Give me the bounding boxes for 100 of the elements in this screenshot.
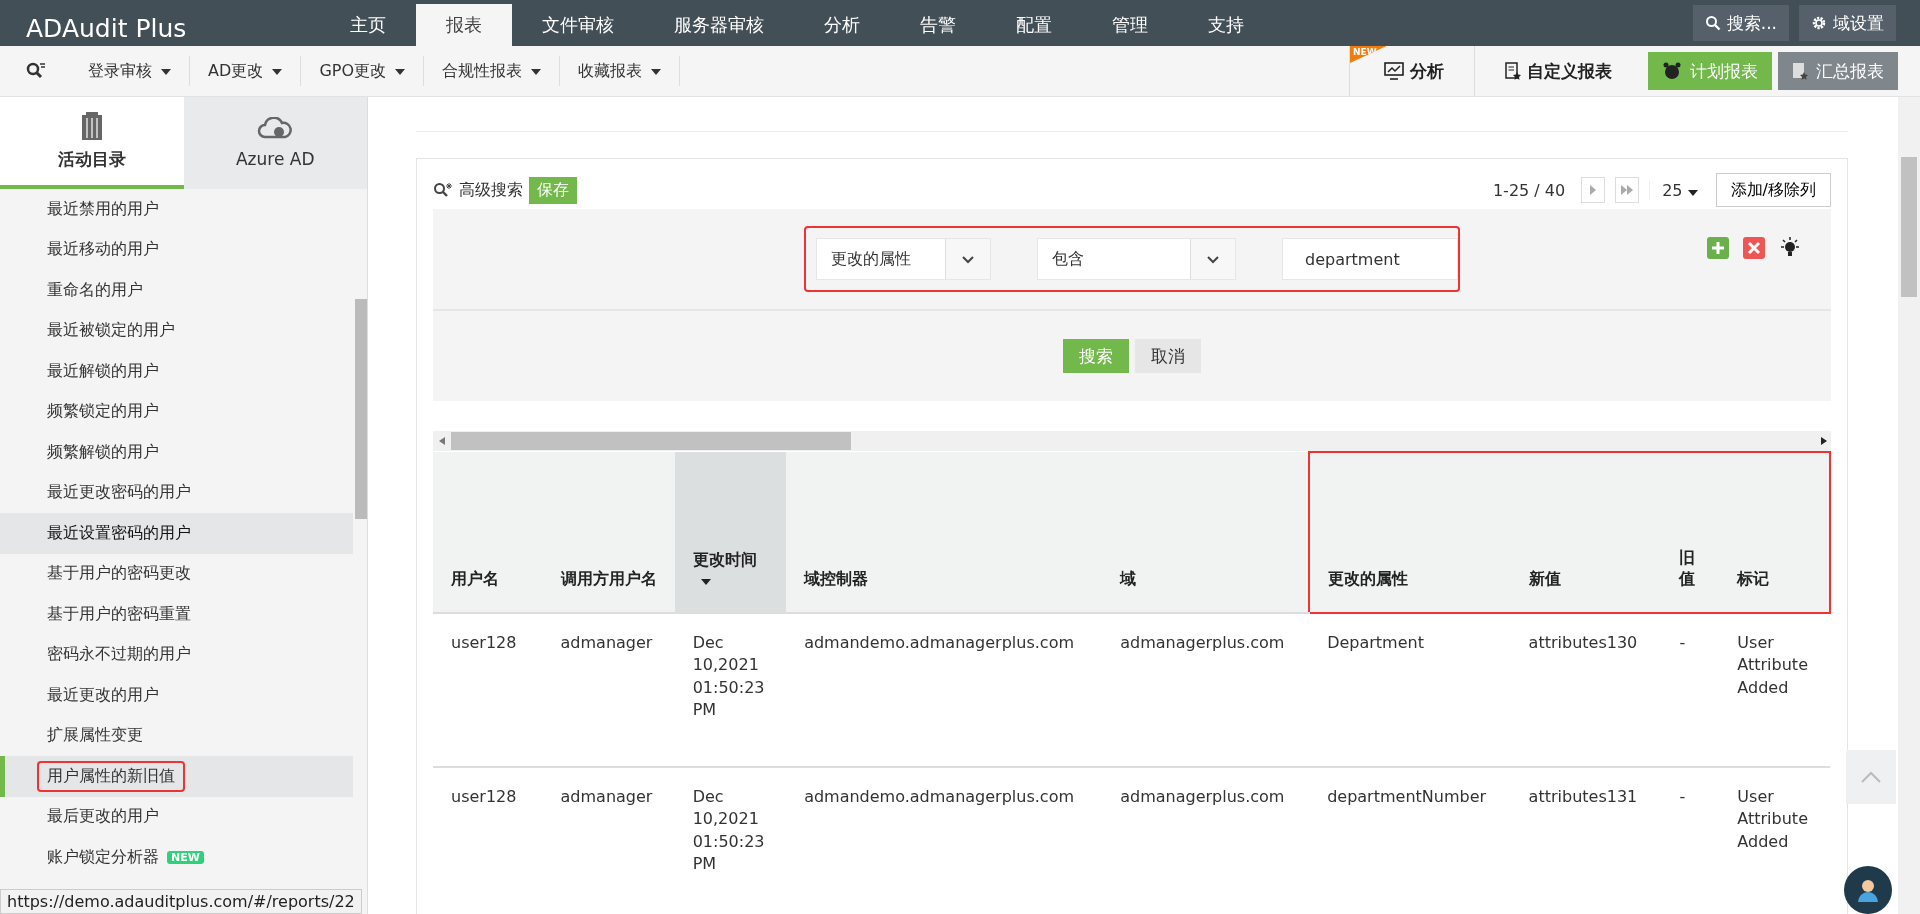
table-cell: user128	[433, 767, 543, 914]
sidebar-item[interactable]: 重命名的用户	[0, 270, 353, 311]
sidebar-item[interactable]: 基于用户的密码更改	[0, 553, 353, 594]
document-star-icon	[1792, 62, 1808, 80]
sort-down-icon	[700, 578, 711, 585]
attribute-dropdown[interactable]: 更改的属性	[816, 238, 991, 280]
report-menu[interactable]: 登录审核	[70, 56, 191, 86]
fast-forward-icon	[1620, 185, 1635, 195]
column-header[interactable]: 域	[1102, 452, 1310, 613]
sidebar-item[interactable]: 最近禁用的用户	[0, 189, 353, 230]
settings-icon	[1811, 15, 1827, 31]
caret-icon	[1687, 189, 1698, 196]
sidebar-tab[interactable]: 活动目录	[0, 97, 184, 189]
operator-dropdown[interactable]: 包含	[1037, 238, 1236, 280]
column-header[interactable]: 用户名	[433, 452, 543, 613]
caret-icon	[531, 68, 542, 75]
sidebar-item[interactable]: 最后更改的用户	[0, 796, 353, 837]
sidebar-item[interactable]: 最近移动的用户	[0, 229, 353, 270]
sidebar-item[interactable]: 最近更改的用户	[0, 675, 353, 716]
column-header[interactable]: 新值	[1510, 452, 1662, 613]
table-cell: admanagerplus.com	[1102, 767, 1310, 914]
table-cell: user128	[433, 613, 543, 767]
nav-tab[interactable]: 告警	[890, 4, 986, 46]
report-menu[interactable]: AD更改	[190, 56, 302, 86]
status-url: https://demo.adauditplus.com/#/reports/22	[0, 889, 362, 914]
table-cell: departmentNumber	[1309, 767, 1511, 914]
caret-icon	[272, 68, 283, 75]
page-size-dropdown[interactable]: 25	[1649, 180, 1710, 200]
domain-settings-button[interactable]: 域设置	[1799, 5, 1896, 41]
chevron-down-icon	[961, 254, 975, 264]
table-cell: admandemo.admanagerplus.com	[786, 767, 1103, 914]
table-cell: admanagerplus.com	[1102, 613, 1310, 767]
sidebar-item[interactable]: 频繁解锁的用户	[0, 432, 353, 473]
table-cell: -	[1661, 767, 1720, 914]
sidebar-item[interactable]: 基于用户的密码重置	[0, 594, 353, 635]
column-header[interactable]: 更改的属性	[1309, 452, 1511, 613]
chat-assistant-button[interactable]	[1844, 866, 1892, 914]
report-menu[interactable]: 合规性报表	[424, 56, 561, 86]
pagination-text: 1-25 / 40	[1492, 180, 1566, 200]
monitor-chart-icon	[1384, 62, 1404, 80]
sidebar-item[interactable]: 账户锁定分析器 NEW	[0, 837, 353, 878]
scrollbar[interactable]	[355, 299, 367, 519]
table-cell: User Attribute Added	[1719, 767, 1830, 914]
sidebar-item[interactable]: 最近解锁的用户	[0, 351, 353, 392]
light-bulb-icon[interactable]	[1779, 237, 1801, 259]
advanced-search-icon	[433, 182, 453, 198]
search-icon[interactable]	[26, 62, 46, 80]
horizontal-scrollbar[interactable]	[433, 431, 1831, 451]
search-icon	[1704, 15, 1721, 31]
nav-tab[interactable]: 支持	[1178, 4, 1274, 46]
column-header[interactable]: 标记	[1719, 452, 1830, 613]
table-cell: User Attribute Added	[1719, 613, 1830, 767]
add-icon[interactable]	[1707, 237, 1729, 259]
nav-tab[interactable]: 文件审核	[512, 4, 644, 46]
sidebar-item[interactable]: 最近被锁定的用户	[0, 310, 353, 351]
table-cell: admanager	[542, 767, 675, 914]
chevron-up-icon	[1860, 770, 1882, 784]
scroll-to-top-button[interactable]	[1846, 750, 1896, 804]
table-cell: Dec 10,2021 01:50:23 PM	[674, 767, 787, 914]
next-page-button[interactable]	[1581, 177, 1606, 203]
table-cell: attributes131	[1510, 767, 1662, 914]
new-badge: NEW	[167, 850, 204, 864]
play-icon	[1589, 185, 1598, 195]
value-input-field[interactable]: department	[1282, 238, 1458, 280]
table-cell: Dec 10,2021 01:50:23 PM	[674, 613, 787, 767]
nav-tab[interactable]: 配置	[986, 4, 1082, 46]
column-header[interactable]: 旧值	[1661, 452, 1720, 613]
nav-tab[interactable]: 服务器审核	[644, 4, 794, 46]
search-button[interactable]: 搜索...	[1692, 5, 1789, 41]
sidebar-item[interactable]: 频繁锁定的用户	[0, 391, 353, 432]
sidebar-item[interactable]: 用户属性的新旧值	[0, 756, 353, 797]
advanced-search-title: 高级搜索	[459, 179, 523, 201]
sidebar-item[interactable]: 密码永不过期的用户	[0, 634, 353, 675]
caret-icon	[161, 68, 172, 75]
cancel-button[interactable]: 取消	[1135, 339, 1201, 373]
table-cell: -	[1661, 613, 1720, 767]
sidebar-item[interactable]: 最近更改密码的用户	[0, 472, 353, 513]
column-header[interactable]: 域控制器	[786, 452, 1103, 613]
column-header[interactable]: 更改时间	[674, 452, 787, 613]
summary-reports-button[interactable]: 汇总报表	[1778, 52, 1898, 90]
table-cell: admanager	[542, 613, 675, 767]
nav-tab[interactable]: 主页	[320, 4, 416, 46]
vertical-scrollbar[interactable]	[1898, 97, 1920, 914]
sidebar-tab[interactable]: Azure AD	[183, 97, 367, 189]
caret-icon	[395, 68, 406, 75]
add-remove-columns-button[interactable]: 添加/移除列	[1715, 173, 1831, 207]
report-menu[interactable]: GPO更改	[301, 56, 425, 86]
last-page-button[interactable]	[1615, 177, 1640, 203]
nav-tab[interactable]: 管理	[1082, 4, 1178, 46]
nav-tab[interactable]: 分析	[794, 4, 890, 46]
report-menu[interactable]: 收藏报表	[560, 56, 681, 86]
app-logo: ADAudit Plus	[25, 13, 188, 45]
table-cell: attributes130	[1510, 613, 1662, 767]
custom-reports-link[interactable]: 自定义报表	[1474, 46, 1642, 96]
nav-tab[interactable]: 报表	[416, 4, 512, 46]
table-cell: admandemo.admanagerplus.com	[786, 613, 1103, 767]
column-header[interactable]: 调用方用户名	[542, 452, 675, 613]
sidebar-item[interactable]: 最近设置密码的用户	[0, 513, 353, 554]
close-icon[interactable]	[1743, 237, 1765, 259]
sidebar-item[interactable]: 扩展属性变更	[0, 715, 353, 756]
